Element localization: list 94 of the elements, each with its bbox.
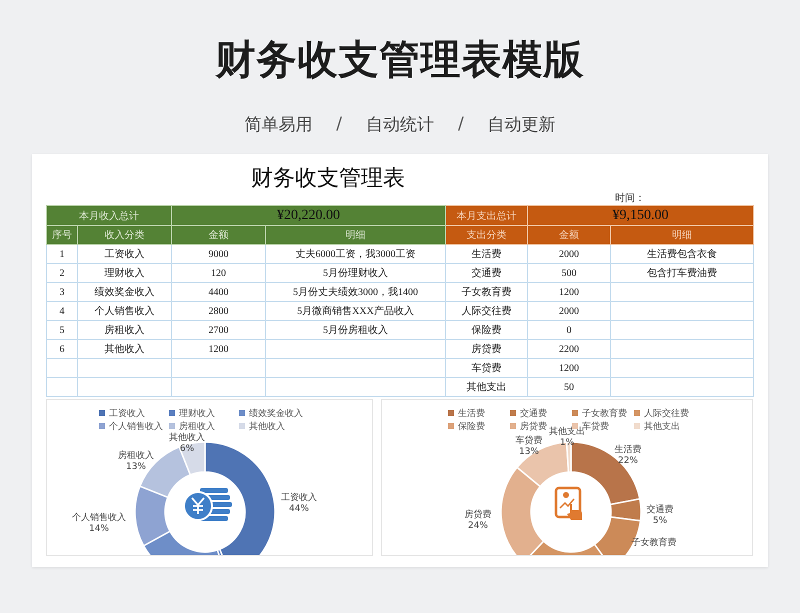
slice-percent: 5% [652,516,668,526]
legend-label: 工资收入 [109,408,145,420]
table-cell: 子女教育费 [446,282,528,302]
legend-label: 车贷费 [582,420,609,432]
table-cell: 丈夫6000工资，我3000工资 [266,244,446,264]
slice-label: 交通费 [646,505,674,515]
slice-label: 个人销售收入 [72,513,126,523]
separator-slash: / [336,114,342,134]
table-cell: 5 [46,320,78,340]
total-label: 本月收入总计 [46,206,172,226]
sheet-title: 财务收支管理表 [251,164,405,192]
table-cell: 理财收入 [78,264,172,282]
separator-slash: / [458,114,464,134]
table-cell: 2800 [172,302,266,320]
table-cell: 5月份房租收入 [266,320,446,340]
slice-label: 其他收入 [169,433,205,443]
table-cell: 房租收入 [78,320,172,340]
slice-percent: 1% [560,438,574,448]
slice-label: 子女教育费 [632,538,676,548]
table-cell: 1200 [528,282,610,302]
table-cell: 6 [46,340,78,358]
slice-label: 房租收入 [118,451,154,461]
table-cell: 绩效奖金收入 [78,282,172,302]
table-cell: 包含打车费油费 [610,264,754,282]
slice-percent: 13% [126,462,146,472]
table-cell: 2200 [528,340,610,358]
slice-label: 工资收入 [281,493,317,503]
legend-label: 保险费 [458,420,485,432]
slice-percent: 14% [89,524,109,534]
legend-label: 交通费 [520,408,547,420]
table-cell: 其他收入 [78,340,172,358]
table-cell: 120 [172,264,266,282]
feature-label: 简单易用 [244,114,312,136]
table-cell: 生活费包含衣食 [610,244,754,264]
total-amount: ¥20,220.00 [172,206,446,226]
time-label: 时间： [615,193,645,205]
slice-label: 车贷费 [516,436,542,446]
slice-percent: 6% [180,444,194,454]
legend-label: 个人销售收入 [109,420,163,432]
slice-percent: 13% [519,447,539,457]
table-cell: 其他支出 [446,378,528,396]
page-title: 财务收支管理表模版 [216,36,584,84]
column-header: 支出分类 [446,226,528,244]
legend-label: 其他支出 [644,420,680,432]
column-header: 明细 [610,226,754,244]
table-cell: 50 [528,378,610,396]
slice-percent: 24% [468,521,488,531]
table-cell: 生活费 [446,244,528,264]
table-cell: 1200 [172,340,266,358]
column-header: 收入分类 [78,226,172,244]
table-cell: 500 [528,264,610,282]
table-cell: 2000 [528,302,610,320]
total-amount: ¥9,150.00 [528,206,754,226]
feature-label: 自动更新 [488,114,556,136]
table-cell: 保险费 [446,320,528,340]
table-cell: 5月微商销售XXX产品收入 [266,302,446,320]
slice-label: 生活费 [614,445,642,455]
slice-label: 房贷费 [464,510,492,520]
column-header: 明细 [266,226,446,244]
table-cell: 个人销售收入 [78,302,172,320]
table-cell: 4 [46,302,78,320]
table-cell: 房贷费 [446,340,528,358]
table-cell: 工资收入 [78,244,172,264]
column-header: 金额 [172,226,266,244]
slice-percent: 22% [618,456,638,466]
table-cell: 0 [528,320,610,340]
table-cell: 9000 [172,244,266,264]
legend-label: 子女教育费 [582,407,627,420]
feature-label: 自动统计 [366,114,434,136]
legend-label: 生活费 [458,408,485,420]
table-cell: 2 [46,264,78,282]
table-cell: 车贷费 [446,358,528,378]
tablet-hand-icon [554,486,582,520]
table-cell: 1 [46,244,78,264]
table-cell: 2000 [528,244,610,264]
table-cell: 2700 [172,320,266,340]
legend-label: 理财收入 [179,408,215,420]
table-cell: 人际交往费 [446,302,528,320]
table-cell: 5月份理财收入 [266,264,446,282]
column-header: 序号 [46,226,78,244]
legend-label: 房贷费 [520,420,547,432]
coin-stack-icon [183,488,232,521]
column-header: 金额 [528,226,610,244]
table-cell: 3 [46,282,78,302]
slice-percent: 44% [289,504,309,514]
table-cell: 4400 [172,282,266,302]
legend-label: 人际交往费 [644,408,689,420]
legend-label: 绩效奖金收入 [249,408,303,420]
legend-label: 其他收入 [249,420,285,432]
total-label: 本月支出总计 [446,206,528,226]
table-cell: 1200 [528,358,610,378]
legend-label: 房租收入 [179,420,215,432]
table-cell: 5月份丈夫绩效3000，我1400 [266,282,446,302]
table-cell: 交通费 [446,264,528,282]
